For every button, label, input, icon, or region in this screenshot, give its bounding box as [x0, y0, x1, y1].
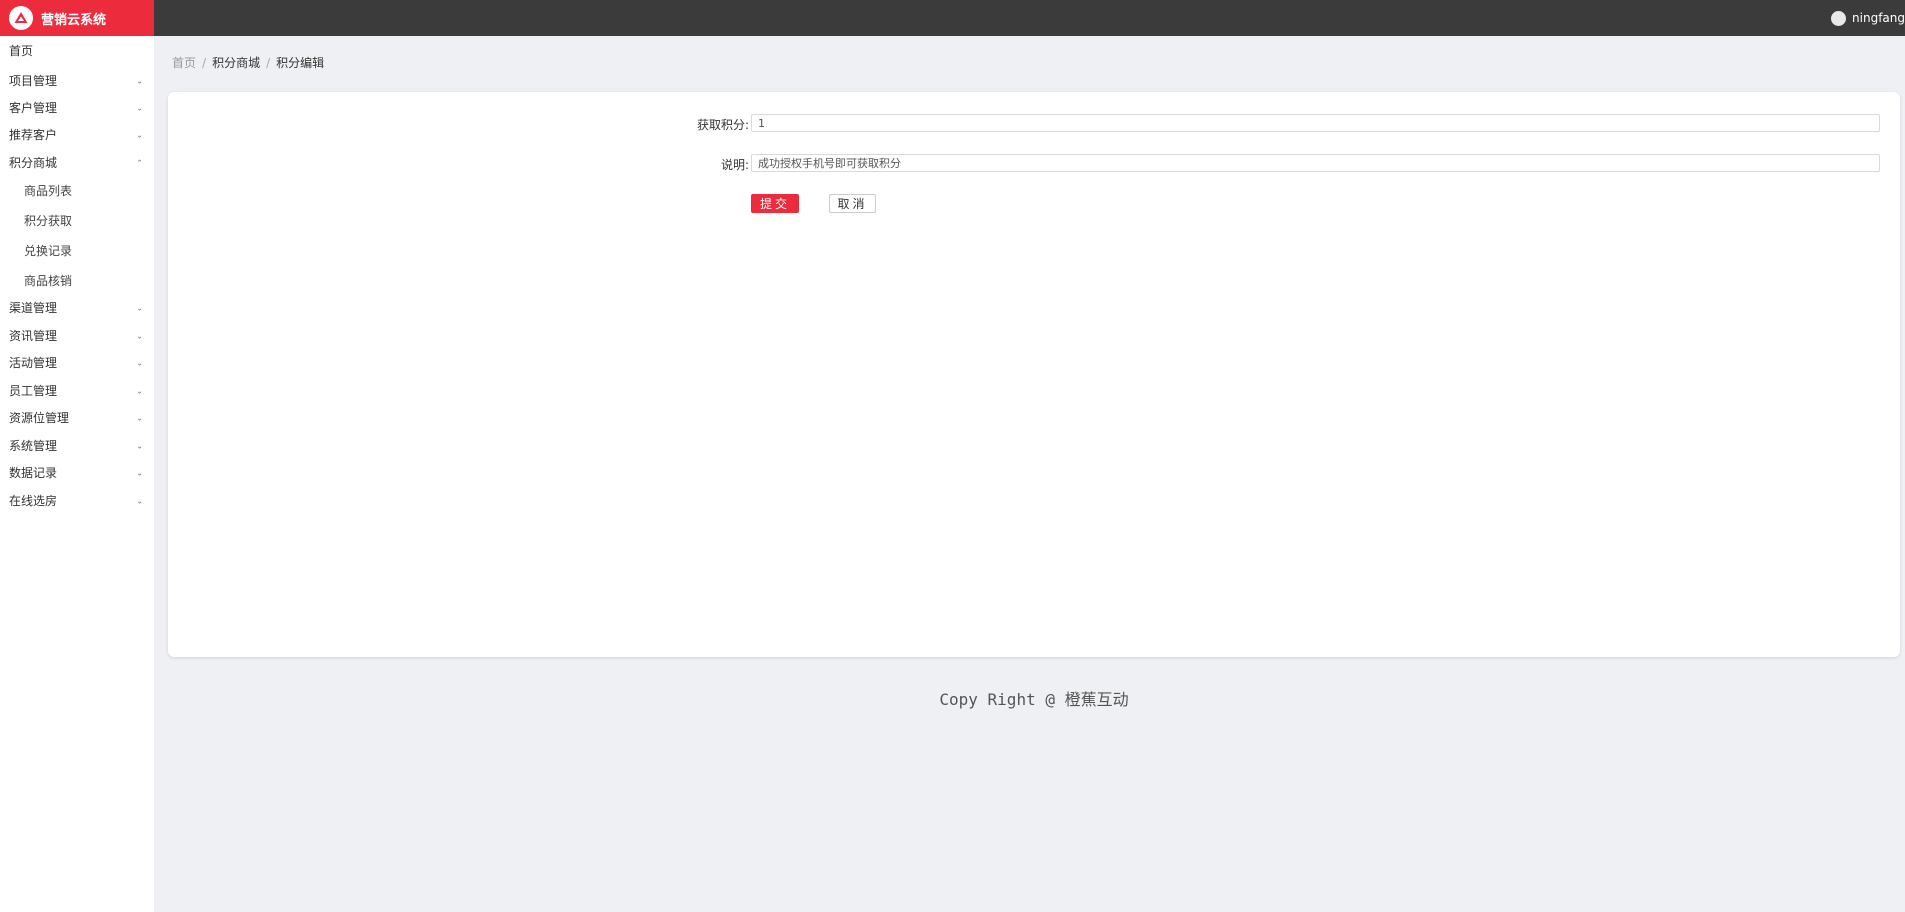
sidebar-item-news[interactable]: 资讯管理 ⌄ — [0, 322, 154, 349]
sidebar-item-label: 首页 — [9, 44, 34, 58]
sidebar-item-channels[interactable]: 渠道管理 ⌄ — [0, 294, 154, 321]
sidebar-item-points-mall[interactable]: 积分商城 ⌃ — [0, 149, 154, 176]
sidebar-item-projects[interactable]: 项目管理 ⌄ — [0, 67, 154, 94]
points-input[interactable] — [751, 114, 1880, 132]
sidebar-item-home[interactable]: 首页 — [0, 37, 154, 64]
top-bar: 营销云系统 ningfang — [0, 0, 1905, 36]
app-title: 营销云系统 — [41, 12, 107, 28]
brand-logo-icon — [9, 6, 33, 30]
sidebar-item-resource-slots[interactable]: 资源位管理 ⌄ — [0, 404, 154, 431]
edit-form-panel: 获取积分: 说明: 提交 取消 — [168, 92, 1900, 657]
sidebar-item-referrals[interactable]: 推荐客户 ⌄ — [0, 121, 154, 148]
sidebar-item-label: 渠道管理 — [9, 301, 58, 315]
chevron-down-icon: ⌄ — [136, 303, 143, 312]
breadcrumb-separator: / — [202, 55, 207, 70]
sidebar-item-label: 资讯管理 — [9, 329, 58, 343]
sidebar-subitem-redeem-records[interactable]: 兑换记录 — [0, 237, 154, 264]
sidebar-item-label: 系统管理 — [9, 439, 58, 453]
sidebar-item-label: 积分获取 — [24, 214, 73, 228]
sidebar-item-label: 兑换记录 — [24, 244, 73, 258]
chevron-down-icon: ⌄ — [136, 468, 143, 477]
submit-button[interactable]: 提交 — [751, 194, 799, 213]
sidebar-item-employees[interactable]: 员工管理 ⌄ — [0, 377, 154, 404]
cancel-button[interactable]: 取消 — [829, 194, 876, 213]
sidebar-subitem-points-earn[interactable]: 积分获取 — [0, 207, 154, 234]
sidebar-item-label: 项目管理 — [9, 74, 58, 88]
sidebar-item-system[interactable]: 系统管理 ⌄ — [0, 432, 154, 459]
sidebar-subitem-product-verify[interactable]: 商品核销 — [0, 267, 154, 294]
footer-copyright: Copy Right @ 橙蕉互动 — [939, 690, 1129, 709]
breadcrumb-separator: / — [266, 55, 271, 70]
description-label: 说明: — [720, 158, 749, 172]
user-menu[interactable]: ningfang — [1831, 0, 1905, 36]
chevron-down-icon: ⌄ — [136, 358, 143, 367]
breadcrumb: 首页 / 积分商城 / 积分编辑 — [172, 54, 324, 71]
user-name: ningfang — [1852, 11, 1905, 25]
user-avatar-icon — [1831, 10, 1847, 26]
sidebar-subitem-product-list[interactable]: 商品列表 — [0, 177, 154, 204]
brand[interactable]: 营销云系统 — [0, 0, 154, 36]
chevron-up-icon: ⌃ — [136, 158, 143, 167]
chevron-down-icon: ⌄ — [136, 413, 143, 422]
chevron-down-icon: ⌄ — [136, 331, 143, 340]
chevron-down-icon: ⌄ — [136, 103, 143, 112]
sidebar-item-customers[interactable]: 客户管理 ⌄ — [0, 94, 154, 121]
sidebar-item-label: 商品核销 — [24, 274, 73, 288]
points-label: 获取积分: — [696, 118, 749, 132]
sidebar-item-label: 活动管理 — [9, 356, 58, 370]
sidebar-item-label: 客户管理 — [9, 101, 58, 115]
chevron-down-icon: ⌄ — [136, 386, 143, 395]
sidebar: 首页 项目管理 ⌄ 客户管理 ⌄ 推荐客户 ⌄ 积分商城 ⌃ 商品列表 积分获取… — [0, 36, 154, 912]
breadcrumb-home[interactable]: 首页 — [172, 54, 196, 71]
sidebar-item-activities[interactable]: 活动管理 ⌄ — [0, 349, 154, 376]
sidebar-item-label: 推荐客户 — [9, 128, 58, 142]
sidebar-item-label: 积分商城 — [9, 156, 58, 170]
chevron-down-icon: ⌄ — [136, 496, 143, 505]
sidebar-item-data-records[interactable]: 数据记录 ⌄ — [0, 459, 154, 486]
breadcrumb-section[interactable]: 积分商城 — [212, 54, 260, 71]
sidebar-item-label: 在线选房 — [9, 494, 58, 508]
sidebar-item-label: 资源位管理 — [9, 411, 70, 425]
breadcrumb-current: 积分编辑 — [276, 56, 325, 70]
sidebar-item-online-housing[interactable]: 在线选房 ⌄ — [0, 487, 154, 514]
sidebar-item-label: 数据记录 — [9, 466, 58, 480]
description-input[interactable] — [751, 154, 1880, 172]
sidebar-item-label: 商品列表 — [24, 184, 73, 198]
sidebar-item-label: 员工管理 — [9, 384, 58, 398]
chevron-down-icon: ⌄ — [136, 76, 143, 85]
chevron-down-icon: ⌄ — [136, 130, 143, 139]
chevron-down-icon: ⌄ — [136, 441, 143, 450]
